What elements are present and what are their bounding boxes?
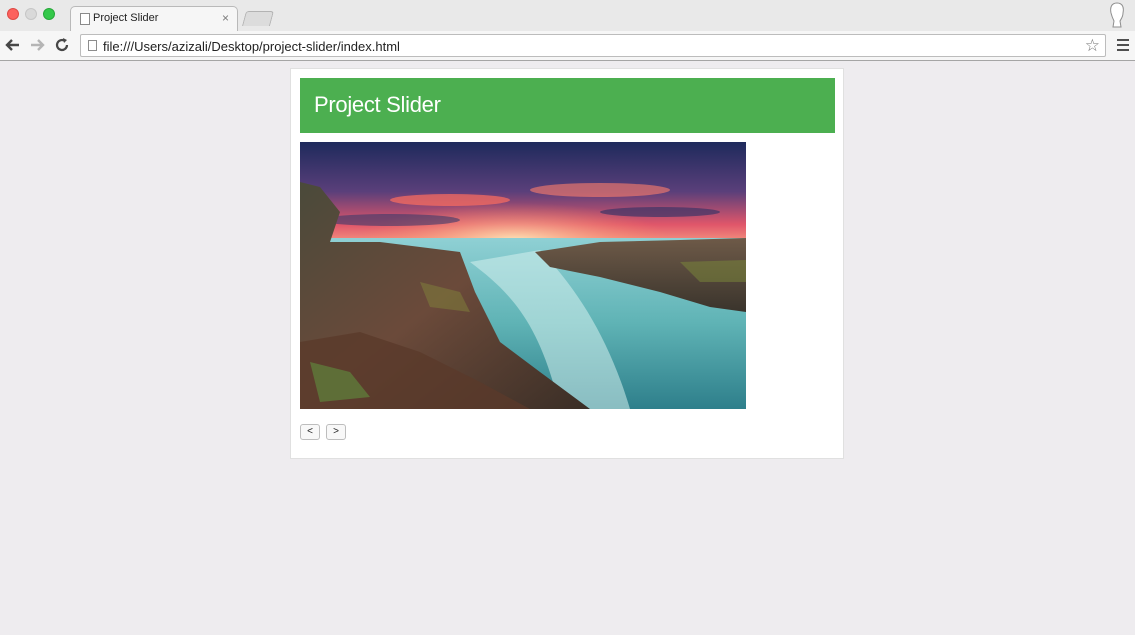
address-bar[interactable]: file:///Users/azizali/Desktop/project-sl… [80, 34, 1106, 57]
browser-tab[interactable]: Project Slider × [70, 6, 238, 32]
url-text[interactable]: file:///Users/azizali/Desktop/project-sl… [103, 39, 400, 54]
profile-icon[interactable] [1107, 2, 1127, 28]
tab-strip: Project Slider × [0, 0, 1135, 32]
slider-container: Project Slider < > [290, 68, 844, 459]
close-window-button[interactable] [7, 8, 19, 20]
next-slide-button[interactable]: > [326, 424, 346, 440]
reload-icon[interactable] [52, 35, 72, 55]
minimize-window-button[interactable] [25, 8, 37, 20]
hamburger-menu-icon[interactable] [1117, 39, 1129, 51]
maximize-window-button[interactable] [43, 8, 55, 20]
browser-toolbar: file:///Users/azizali/Desktop/project-sl… [0, 31, 1135, 61]
back-arrow-icon[interactable] [3, 35, 23, 55]
new-tab-button[interactable] [241, 11, 275, 26]
forward-arrow-icon[interactable] [27, 35, 47, 55]
star-icon[interactable]: ☆ [1085, 36, 1100, 56]
tab-title: Project Slider [93, 12, 159, 24]
page-title: Project Slider [314, 92, 441, 117]
tab-close-icon[interactable]: × [222, 11, 229, 25]
page-icon [88, 40, 97, 51]
slide-image [300, 142, 746, 409]
prev-slide-button[interactable]: < [300, 424, 320, 440]
page-header: Project Slider [300, 78, 835, 133]
document-icon [80, 13, 90, 25]
